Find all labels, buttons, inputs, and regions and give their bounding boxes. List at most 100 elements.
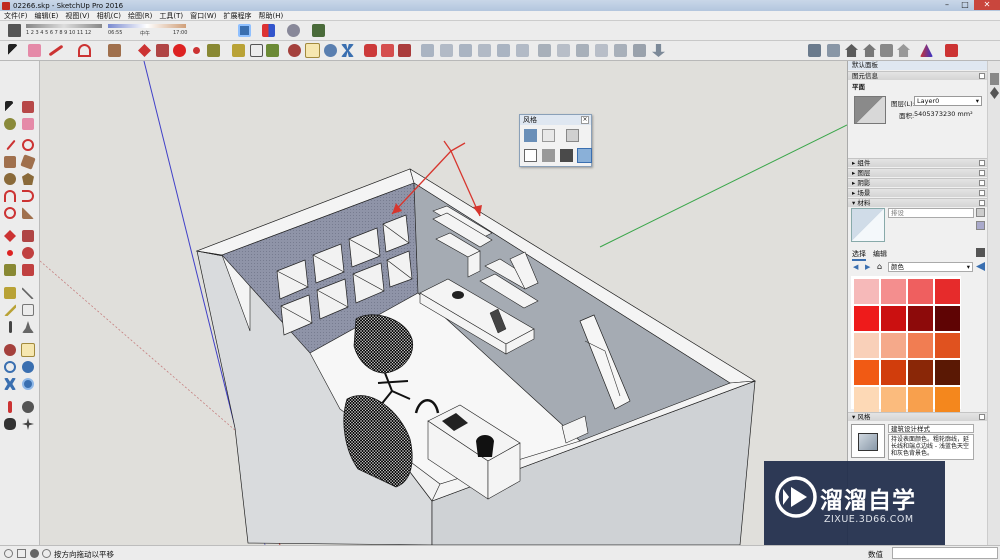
material-swatch[interactable] bbox=[908, 306, 933, 331]
protractor-tool-icon[interactable] bbox=[4, 304, 16, 316]
tab-edit[interactable]: 编辑 bbox=[873, 249, 887, 259]
time-slider[interactable] bbox=[108, 24, 186, 28]
material-name-field[interactable]: 排设 bbox=[888, 208, 974, 218]
rotated-rectangle-icon[interactable] bbox=[20, 154, 36, 170]
textured-style-icon[interactable] bbox=[560, 149, 573, 162]
layers-close-icon[interactable] bbox=[979, 170, 985, 176]
monochrome-style-icon[interactable] bbox=[577, 148, 592, 163]
rotate-icon[interactable] bbox=[173, 44, 186, 57]
select-tool-icon[interactable] bbox=[5, 101, 13, 113]
model-view[interactable] bbox=[40, 61, 847, 545]
details-arrow-icon[interactable] bbox=[976, 262, 985, 271]
walk-tool-icon[interactable] bbox=[4, 418, 16, 430]
menu-extensions[interactable]: 扩展程序 bbox=[223, 11, 251, 21]
panel-menu-icon[interactable] bbox=[990, 87, 999, 99]
monochrome-icon[interactable] bbox=[652, 44, 665, 57]
components-close-icon[interactable] bbox=[979, 160, 985, 166]
section-tool-icon[interactable] bbox=[22, 418, 34, 430]
look-around-icon[interactable] bbox=[22, 401, 34, 413]
dimension-tool-icon[interactable] bbox=[22, 287, 34, 299]
polygon-tool-icon[interactable] bbox=[22, 173, 34, 185]
styles-panel-header[interactable]: ▾ 风格 bbox=[848, 412, 987, 421]
menu-view[interactable]: 视图(V) bbox=[65, 11, 89, 21]
material-swatch[interactable] bbox=[935, 333, 960, 358]
scale-icon[interactable] bbox=[207, 44, 220, 57]
pushpull-tool-icon[interactable] bbox=[22, 230, 34, 242]
menu-edit[interactable]: 编辑(E) bbox=[35, 11, 59, 21]
pencil-tool-icon[interactable] bbox=[6, 139, 16, 151]
hidden-line-style-icon[interactable] bbox=[524, 149, 537, 162]
eraser-tool-icon[interactable] bbox=[22, 118, 34, 130]
3d-text-tool-icon[interactable] bbox=[22, 321, 34, 333]
material-swatch[interactable] bbox=[881, 306, 906, 331]
eraser-icon[interactable] bbox=[28, 44, 41, 57]
material-swatch[interactable] bbox=[908, 387, 933, 412]
style-name-field[interactable]: 建筑设计样式 bbox=[888, 424, 974, 433]
pin-icon[interactable] bbox=[990, 73, 999, 85]
styles-dialog-header[interactable]: 风格 × bbox=[520, 115, 591, 125]
axes-tool-icon[interactable] bbox=[9, 321, 12, 333]
extension-warehouse-icon[interactable] bbox=[381, 44, 394, 57]
materials-close-icon[interactable] bbox=[979, 200, 985, 206]
paint-tool-icon[interactable] bbox=[4, 118, 16, 130]
zoom-extents-tool-icon[interactable] bbox=[4, 378, 16, 390]
push-pull-icon[interactable] bbox=[156, 44, 169, 57]
credits-icon[interactable] bbox=[17, 549, 26, 558]
make-component-icon[interactable] bbox=[22, 101, 34, 113]
material-swatch[interactable] bbox=[854, 333, 879, 358]
tape-measure-icon[interactable] bbox=[232, 44, 245, 57]
two-point-arc-icon[interactable] bbox=[22, 190, 34, 202]
axes-icon[interactable] bbox=[262, 24, 275, 37]
styles-panel-close-icon[interactable] bbox=[979, 414, 985, 420]
material-swatch[interactable] bbox=[854, 306, 879, 331]
tape-tool-icon[interactable] bbox=[4, 287, 16, 299]
front-view-icon[interactable] bbox=[459, 44, 472, 57]
right-view-icon[interactable] bbox=[478, 44, 491, 57]
components-header[interactable]: ▸ 组件 bbox=[848, 158, 987, 167]
menu-camera[interactable]: 相机(C) bbox=[97, 11, 121, 21]
pie-tool-icon[interactable] bbox=[22, 207, 34, 219]
rectangle-icon[interactable] bbox=[108, 44, 121, 57]
shaded-style-icon[interactable] bbox=[542, 149, 555, 162]
material-swatch[interactable] bbox=[935, 360, 960, 385]
xray-icon[interactable] bbox=[538, 44, 551, 57]
shadows-close-icon[interactable] bbox=[979, 180, 985, 186]
sample-paint-icon[interactable] bbox=[976, 248, 985, 257]
material-library-select[interactable]: 颜色 ▾ bbox=[888, 262, 973, 272]
three-point-arc-icon[interactable] bbox=[4, 207, 16, 219]
styles-toolbar-dialog[interactable]: 风格 × bbox=[519, 114, 592, 167]
material-swatch[interactable] bbox=[881, 387, 906, 412]
move-tool-icon[interactable] bbox=[4, 230, 16, 242]
styles-dialog-close-icon[interactable]: × bbox=[581, 116, 589, 124]
zoom-window-icon[interactable] bbox=[22, 361, 34, 373]
tab-select[interactable]: 选择 bbox=[852, 249, 866, 261]
select-icon[interactable] bbox=[8, 44, 17, 56]
orbit-tool-icon[interactable] bbox=[4, 344, 16, 356]
building-icon[interactable] bbox=[897, 44, 910, 57]
model-info-icon[interactable] bbox=[808, 44, 821, 57]
top-view-icon[interactable] bbox=[440, 44, 453, 57]
followme-tool-icon[interactable] bbox=[22, 247, 34, 259]
material-swatch[interactable] bbox=[908, 360, 933, 385]
hidden-line-icon[interactable] bbox=[595, 44, 608, 57]
offset-tool-icon[interactable] bbox=[22, 264, 34, 276]
close-button[interactable]: ✕ bbox=[974, 0, 1000, 10]
user-icon[interactable] bbox=[30, 549, 39, 558]
line-icon[interactable] bbox=[48, 44, 64, 57]
scenes-close-icon[interactable] bbox=[979, 190, 985, 196]
text-tool-icon[interactable] bbox=[22, 304, 34, 316]
rectangle-tool-icon[interactable] bbox=[4, 156, 16, 168]
material-swatch[interactable] bbox=[935, 306, 960, 331]
pan-icon[interactable] bbox=[305, 43, 320, 58]
material-swatch[interactable] bbox=[854, 387, 879, 412]
material-swatch[interactable] bbox=[854, 279, 879, 304]
drawing-area[interactable] bbox=[40, 61, 847, 545]
style-description[interactable]: 持设表面颜色。粗轮廓线，延长线和端点边线 - 浅蓝色天空和灰色背景色。 bbox=[888, 434, 974, 460]
freehand-tool-icon[interactable] bbox=[22, 139, 34, 151]
shaded-icon[interactable] bbox=[614, 44, 627, 57]
text-icon[interactable] bbox=[250, 44, 263, 57]
material-swatch[interactable] bbox=[881, 279, 906, 304]
menu-help[interactable]: 帮助(H) bbox=[258, 11, 283, 21]
warehouse-icon[interactable] bbox=[364, 44, 377, 57]
move-icon[interactable] bbox=[138, 44, 151, 57]
